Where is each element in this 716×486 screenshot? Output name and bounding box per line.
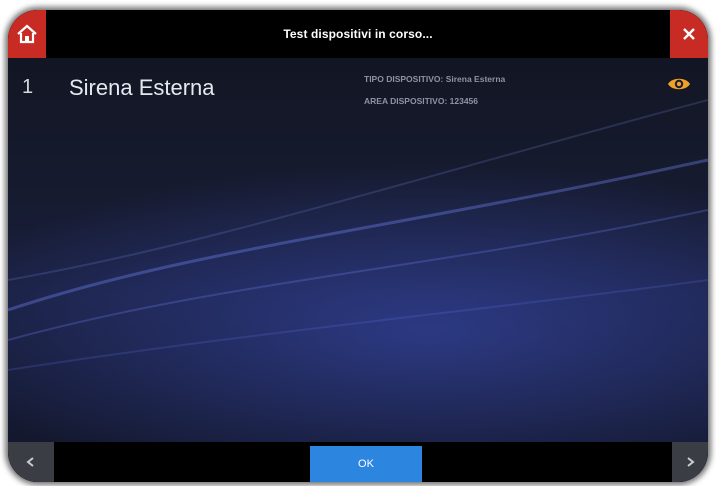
screen: Test dispositivi in corso... 1 Sirena Es… — [8, 10, 708, 482]
home-button[interactable] — [8, 10, 46, 58]
device-type: TIPO DISPOSITIVO: Sirena Esterna — [364, 74, 506, 84]
ok-button[interactable]: OK — [310, 446, 422, 482]
page-title: Test dispositivi in corso... — [283, 27, 433, 41]
device-screen-frame: Test dispositivi in corso... 1 Sirena Es… — [8, 10, 708, 482]
home-icon — [17, 24, 37, 44]
chevron-right-icon — [687, 457, 695, 467]
device-name: Sirena Esterna — [69, 75, 215, 100]
eye-icon[interactable] — [667, 76, 691, 92]
device-details: TIPO DISPOSITIVO: Sirena Esterna AREA DI… — [364, 68, 505, 112]
device-index: 1 — [22, 76, 34, 98]
close-icon — [683, 28, 695, 40]
next-button[interactable] — [672, 442, 708, 482]
chevron-left-icon — [26, 457, 34, 467]
device-area: AREA DISPOSITIVO: 123456 — [364, 96, 479, 106]
device-row[interactable]: 1 Sirena Esterna TIPO DISPOSITIVO: Siren… — [8, 64, 708, 124]
title-bar: Test dispositivi in corso... — [8, 10, 708, 58]
close-button[interactable] — [670, 10, 708, 58]
bottom-bar: OK — [8, 442, 708, 482]
prev-button[interactable] — [8, 442, 54, 482]
